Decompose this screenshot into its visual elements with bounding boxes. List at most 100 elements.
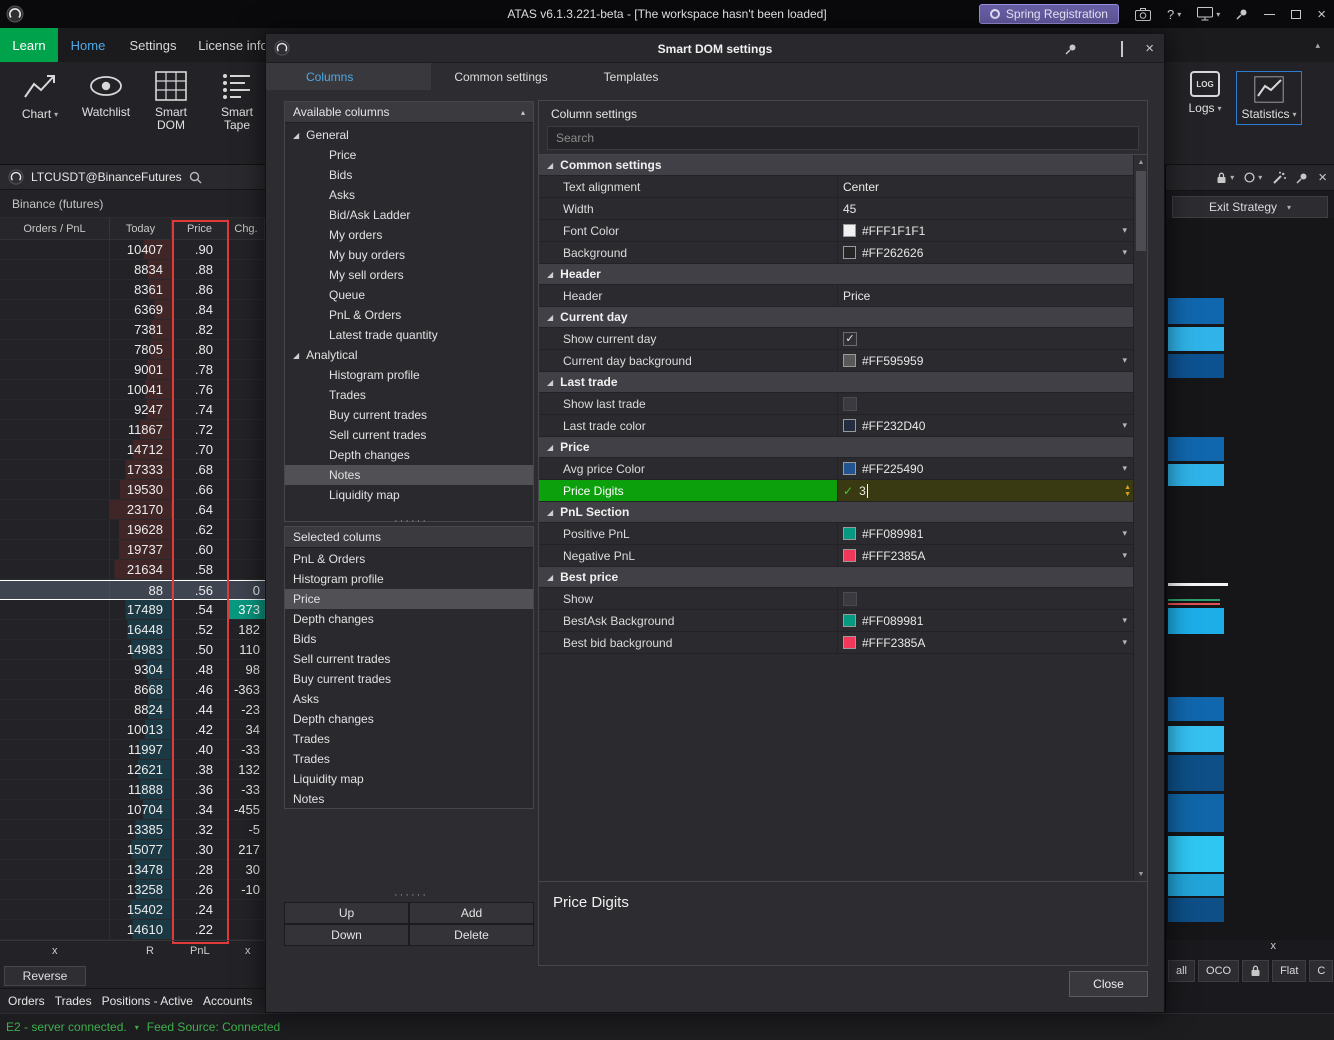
dom-cell-chg[interactable] [228,540,265,559]
dom-cell-chg[interactable]: 217 [228,840,265,859]
maximize-button[interactable] [1291,10,1301,19]
dom-row[interactable]: 88.560 [0,580,265,600]
dom-cell-today[interactable]: 19628 [110,520,172,539]
dom-cell-price[interactable]: .46 [172,680,228,699]
selected-column-depth-changes[interactable]: Depth changes [285,609,533,629]
dom-cell-today[interactable]: 9247 [110,400,172,419]
dom-cell-price[interactable]: .44 [172,700,228,719]
dom-cell-price[interactable]: .26 [172,880,228,899]
chart-button[interactable]: Chart▾ [12,71,68,121]
dom-row[interactable]: 10407.90 [0,240,265,260]
dom-cell-today[interactable]: 17333 [110,460,172,479]
dom-row[interactable]: 17489.54373 [0,600,265,620]
screenshot-camera-button[interactable] [1135,8,1151,21]
search-input[interactable] [547,126,1139,150]
tab-orders[interactable]: Orders [8,994,45,1008]
dialog-close-button[interactable]: × [1145,41,1154,56]
dom-row[interactable]: 8824.44-23 [0,700,265,720]
dom-row[interactable]: 14610.22 [0,920,265,940]
setting-positive-pnl[interactable]: Positive PnL#FF089981▾ [539,523,1133,545]
dom-cell-orders[interactable] [0,780,110,799]
dom-cell-today[interactable]: 13385 [110,820,172,839]
collapse-icon[interactable]: ▴ [521,108,525,117]
dom-cell-price[interactable]: .86 [172,280,228,299]
dom-cell-price[interactable]: .76 [172,380,228,399]
dom-cell-today[interactable]: 7805 [110,340,172,359]
dom-cell-chg[interactable] [228,240,265,259]
dropdown-arrow-icon[interactable]: ▾ [1122,528,1127,539]
selected-column-liquidity-map[interactable]: Liquidity map [285,769,533,789]
dom-cell-today[interactable]: 8668 [110,680,172,699]
dom-cell-today[interactable]: 8824 [110,700,172,719]
dom-row[interactable]: 9304.4898 [0,660,265,680]
down-button[interactable]: Down [284,924,409,946]
settings-group-best-price[interactable]: ◢Best price [539,567,1133,588]
lock-trade-button[interactable] [1242,960,1269,982]
selected-column-histogram-profile[interactable]: Histogram profile [285,569,533,589]
setting-bestask-background[interactable]: BestAsk Background#FF089981▾ [539,610,1133,632]
statistics-button[interactable]: Statistics▾ [1236,71,1302,125]
dom-row[interactable]: 16448.52182 [0,620,265,640]
dom-cell-orders[interactable] [0,320,110,339]
dom-row[interactable]: 19628.62 [0,520,265,540]
minimize-button[interactable] [1264,14,1275,15]
reverse-button[interactable]: Reverse [4,966,86,986]
dom-cell-orders[interactable] [0,660,110,679]
dom-row[interactable]: 12621.38132 [0,760,265,780]
dom-cell-chg[interactable]: -33 [228,740,265,759]
smart-tape-button[interactable]: SmartTape [210,71,264,132]
selected-column-trades[interactable]: Trades [285,729,533,749]
dom-row[interactable]: 10041.76 [0,380,265,400]
dom-cell-today[interactable]: 14712 [110,440,172,459]
setting-text-alignment[interactable]: Text alignmentCenter [539,176,1133,198]
setting-best-bid-background[interactable]: Best bid background#FFF2385A▾ [539,632,1133,654]
dom-cell-price[interactable]: .70 [172,440,228,459]
available-column-buy-current-trades[interactable]: Buy current trades [285,405,533,425]
setting-value[interactable]: #FF232D40▾ [838,415,1133,436]
dom-cell-orders[interactable] [0,900,110,919]
tab-trades[interactable]: Trades [55,994,92,1008]
dom-cell-chg[interactable] [228,340,265,359]
selected-column-depth-changes[interactable]: Depth changes [285,709,533,729]
exit-strategy-dropdown[interactable]: Exit Strategy ▾ [1172,196,1328,218]
dom-cell-today[interactable]: 10407 [110,240,172,259]
splitter-handle[interactable]: ······ [394,892,428,898]
available-column-sell-current-trades[interactable]: Sell current trades [285,425,533,445]
dialog-close-action-button[interactable]: Close [1069,971,1148,997]
setting-value[interactable]: #FF595959▾ [838,350,1133,371]
setting-header[interactable]: HeaderPrice [539,285,1133,307]
dropdown-arrow-icon[interactable]: ▾ [1122,355,1127,366]
close-panel-button[interactable]: × [1318,170,1327,185]
dom-cell-orders[interactable] [0,860,110,879]
dom-cell-chg[interactable]: -23 [228,700,265,719]
dom-cell-price[interactable]: .62 [172,520,228,539]
up-button[interactable]: Up [284,902,409,924]
smart-dom-button[interactable]: SmartDOM [144,71,198,132]
dom-cell-orders[interactable] [0,520,110,539]
selected-column-price[interactable]: Price [285,589,533,609]
dom-cell-chg[interactable]: 182 [228,620,265,639]
dom-cell-today[interactable]: 21634 [110,560,172,579]
dom-cell-chg[interactable] [228,280,265,299]
setting-avg-price-color[interactable]: Avg price Color#FF225490▾ [539,458,1133,480]
dom-cell-orders[interactable] [0,600,110,619]
dom-cell-price[interactable]: .30 [172,840,228,859]
dom-cell-price[interactable]: .40 [172,740,228,759]
dom-cell-orders[interactable] [0,460,110,479]
dom-cell-orders[interactable] [0,440,110,459]
dom-cell-chg[interactable] [228,380,265,399]
available-column-my-buy-orders[interactable]: My buy orders [285,245,533,265]
setting-show-current-day[interactable]: Show current day✓ [539,328,1133,350]
dom-row[interactable]: 19737.60 [0,540,265,560]
setting-value[interactable] [838,588,1133,609]
dom-cell-orders[interactable] [0,581,110,599]
dom-row[interactable]: 15402.24 [0,900,265,920]
dom-row[interactable]: 13258.26-10 [0,880,265,900]
dom-cell-today[interactable]: 16448 [110,620,172,639]
setting-value[interactable]: ✓ [838,328,1133,349]
dom-row[interactable]: 8834.88 [0,260,265,280]
dom-cell-chg[interactable] [228,420,265,439]
dom-cell-chg[interactable] [228,460,265,479]
watchlist-button[interactable]: Watchlist [76,71,136,119]
logs-button[interactable]: LOG Logs▾ [1183,71,1227,115]
